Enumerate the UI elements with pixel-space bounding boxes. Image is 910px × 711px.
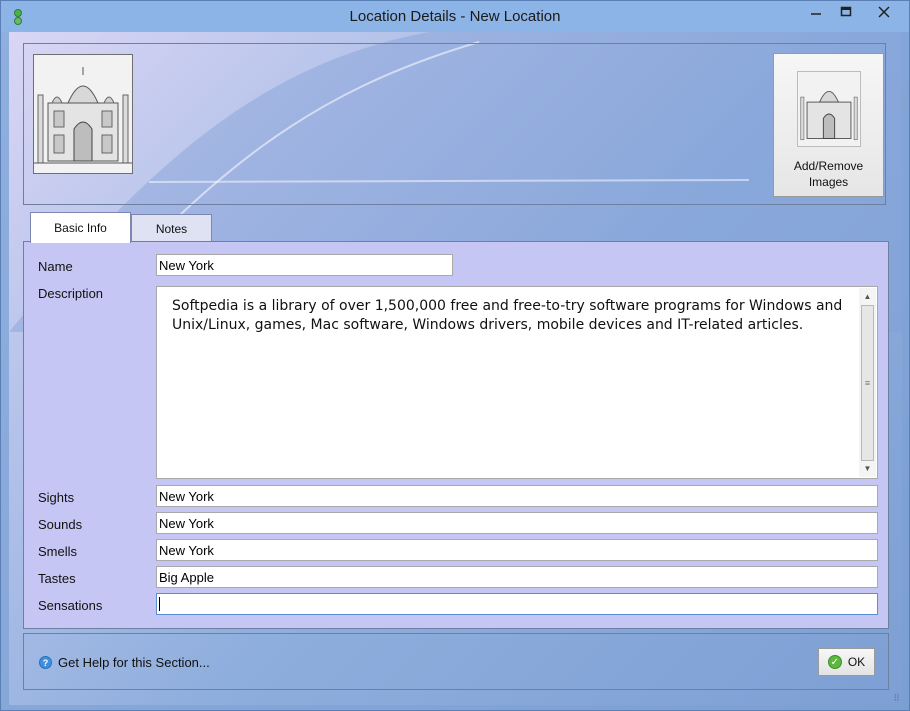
get-help-label: Get Help for this Section... [58, 655, 210, 670]
description-label: Description [38, 286, 104, 301]
close-button[interactable] [861, 1, 907, 23]
description-text: Softpedia is a library of over 1,500,000… [172, 298, 843, 333]
add-remove-images-label: Add/Remove Images [793, 159, 864, 189]
minimize-button[interactable] [801, 1, 831, 23]
smells-field[interactable]: New York [156, 539, 878, 561]
minimize-icon [811, 13, 821, 15]
maximize-button[interactable] [831, 1, 861, 23]
dialog-body: Add/Remove Images Basic Info Notes Name … [9, 32, 902, 705]
ok-label: OK [847, 655, 866, 669]
sights-label: Sights [38, 490, 75, 505]
tastes-label: Tastes [38, 571, 76, 586]
help-icon: ? [39, 656, 52, 669]
basic-info-panel: Name New York Description Softpedia is a… [23, 241, 889, 629]
name-label: Name [38, 259, 73, 274]
smells-label: Smells [38, 544, 78, 559]
ok-button[interactable]: ✓ OK [818, 648, 875, 676]
monument-image [34, 55, 132, 173]
title-bar[interactable]: Location Details - New Location [1, 1, 909, 32]
sounds-field[interactable]: New York [156, 512, 878, 534]
description-scrollbar[interactable]: ▲ ≡ ▼ [859, 288, 876, 477]
tab-basic-info[interactable]: Basic Info [30, 212, 131, 243]
sensations-field[interactable] [156, 593, 878, 615]
scroll-up-icon[interactable]: ▲ [859, 288, 876, 305]
resize-grip-icon[interactable]: ⠿ [893, 693, 900, 704]
name-field[interactable]: New York [156, 254, 453, 276]
images-panel: Add/Remove Images [23, 43, 886, 205]
add-remove-images-button[interactable]: Add/Remove Images [773, 53, 884, 197]
images-icon [797, 71, 861, 147]
maximize-icon [840, 6, 852, 17]
sensations-label: Sensations [38, 598, 103, 613]
scroll-down-icon[interactable]: ▼ [859, 460, 876, 477]
sounds-label: Sounds [38, 517, 83, 532]
text-caret [159, 597, 160, 611]
location-details-window: Location Details - New Location Add/Remo… [0, 0, 910, 711]
description-field[interactable]: Softpedia is a library of over 1,500,000… [156, 286, 878, 479]
sights-field[interactable]: New York [156, 485, 878, 507]
ok-check-icon: ✓ [827, 655, 842, 669]
close-icon [878, 6, 890, 18]
footer-panel: ? Get Help for this Section... ✓ OK [23, 633, 889, 690]
tastes-field[interactable]: Big Apple [156, 566, 878, 588]
tab-notes[interactable]: Notes [131, 214, 212, 242]
get-help-link[interactable]: ? Get Help for this Section... [39, 655, 210, 670]
window-title: Location Details - New Location [349, 8, 561, 25]
location-image-thumbnail[interactable] [33, 54, 133, 174]
scroll-thumb[interactable]: ≡ [861, 305, 874, 461]
